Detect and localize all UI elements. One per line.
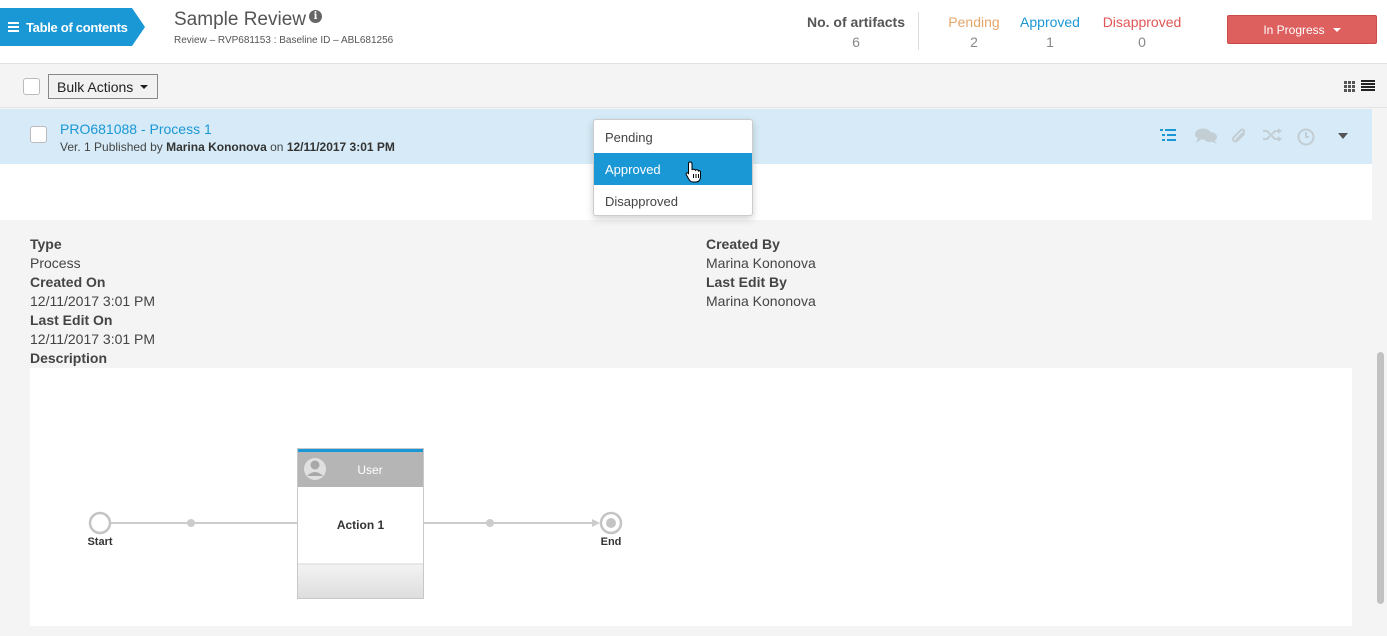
hamburger-menu-icon: [8, 20, 19, 34]
disapproved-label: Disapproved: [1102, 14, 1182, 30]
expand-chevron-down-icon[interactable]: [1338, 133, 1348, 139]
attachment-icon[interactable]: [1230, 128, 1248, 146]
stats-divider: [918, 12, 919, 50]
artifacts-toolbar: Bulk Actions: [0, 64, 1387, 108]
connector-waypoint: [187, 519, 195, 527]
action-label: Action 1: [336, 518, 385, 532]
chevron-down-icon: [140, 84, 149, 89]
created-on-label: Created On: [30, 274, 106, 290]
review-title: Sample Review: [174, 9, 306, 30]
pending-value: 2: [970, 34, 978, 50]
pending-label: Pending: [948, 14, 1000, 30]
approved-value: 1: [1046, 34, 1054, 50]
bulk-actions-button[interactable]: Bulk Actions: [48, 74, 158, 99]
artifacts-count-stat: No. of artifacts 6: [800, 14, 912, 50]
artifact-checkbox[interactable]: [30, 126, 47, 143]
page-title: Sample Review i: [174, 9, 322, 31]
status-option-pending[interactable]: Pending: [594, 121, 752, 153]
created-by-label: Created By: [706, 236, 780, 252]
process-diagram: Start End User Action 1: [30, 368, 1352, 626]
comments-icon[interactable]: [1195, 128, 1218, 144]
artifact-details-panel: Type Process Created On 12/11/2017 3:01 …: [0, 220, 1372, 636]
review-status-button[interactable]: In Progress: [1227, 15, 1377, 44]
created-by-value: Marina Kononova: [706, 255, 816, 271]
history-clock-icon[interactable]: [1297, 128, 1315, 146]
connector-waypoint: [486, 519, 494, 527]
artifacts-count-value: 6: [852, 34, 860, 50]
process-diagram-canvas: [88, 448, 623, 599]
status-dropdown-menu: Pending Approved Disapproved: [593, 119, 753, 216]
last-edit-by-value: Marina Kononova: [706, 293, 816, 309]
last-edit-by-label: Last Edit By: [706, 274, 787, 290]
created-on-value: 12/11/2017 3:01 PM: [30, 293, 156, 309]
relationships-shuffle-icon[interactable]: [1262, 128, 1282, 142]
review-status-label: In Progress: [1263, 22, 1325, 37]
artifact-meta-on: on: [270, 140, 284, 154]
grid-view-icon[interactable]: [1344, 81, 1356, 92]
approved-label: Approved: [1020, 14, 1080, 30]
review-header: Table of contents Sample Review i Review …: [0, 0, 1387, 64]
artifact-meta-prefix: Ver. 1 Published by: [60, 140, 163, 154]
vertical-scrollbar-thumb[interactable]: [1377, 352, 1384, 604]
status-option-approved[interactable]: Approved: [594, 153, 752, 185]
bulk-actions-label: Bulk Actions: [57, 78, 134, 95]
last-edit-on-value: 12/11/2017 3:01 PM: [30, 331, 156, 347]
table-of-contents-label: Table of contents: [26, 19, 128, 35]
disapproved-value: 0: [1138, 34, 1146, 50]
approved-stat[interactable]: Approved 1: [1014, 14, 1086, 50]
artifacts-count-label: No. of artifacts: [806, 14, 905, 30]
description-label: Description: [30, 350, 108, 366]
review-subtitle: Review – RVP681153 : Baseline ID – ABL68…: [174, 35, 394, 46]
artifact-title-link[interactable]: PRO681088 - Process 1: [60, 121, 212, 137]
artifact-meta: Ver. 1 Published by Marina Kononova on 1…: [60, 140, 395, 154]
details-list-icon[interactable]: [1160, 128, 1176, 142]
connector-arrow-icon: [592, 519, 600, 527]
disapproved-stat[interactable]: Disapproved 0: [1096, 14, 1188, 50]
list-view-icon[interactable]: [1361, 80, 1375, 92]
artifact-author: Marina Kononova: [166, 140, 267, 154]
select-all-checkbox[interactable]: [23, 78, 40, 95]
last-edit-on-label: Last Edit On: [30, 312, 113, 328]
hand-pointer-cursor-icon: [685, 161, 701, 183]
table-of-contents-button[interactable]: Table of contents: [0, 8, 145, 46]
type-value: Process: [30, 255, 81, 271]
pending-stat[interactable]: Pending 2: [944, 14, 1004, 50]
artifact-published-at: 12/11/2017 3:01 PM: [286, 140, 395, 154]
start-node[interactable]: [88, 511, 112, 535]
type-label: Type: [30, 236, 62, 252]
info-icon[interactable]: i: [309, 10, 322, 23]
chevron-down-icon: [1332, 27, 1341, 32]
lane-label: User: [357, 463, 383, 477]
end-node-core: [606, 518, 616, 528]
start-label: Start: [87, 536, 113, 548]
status-option-disapproved[interactable]: Disapproved: [594, 185, 752, 217]
end-label: End: [600, 536, 622, 548]
